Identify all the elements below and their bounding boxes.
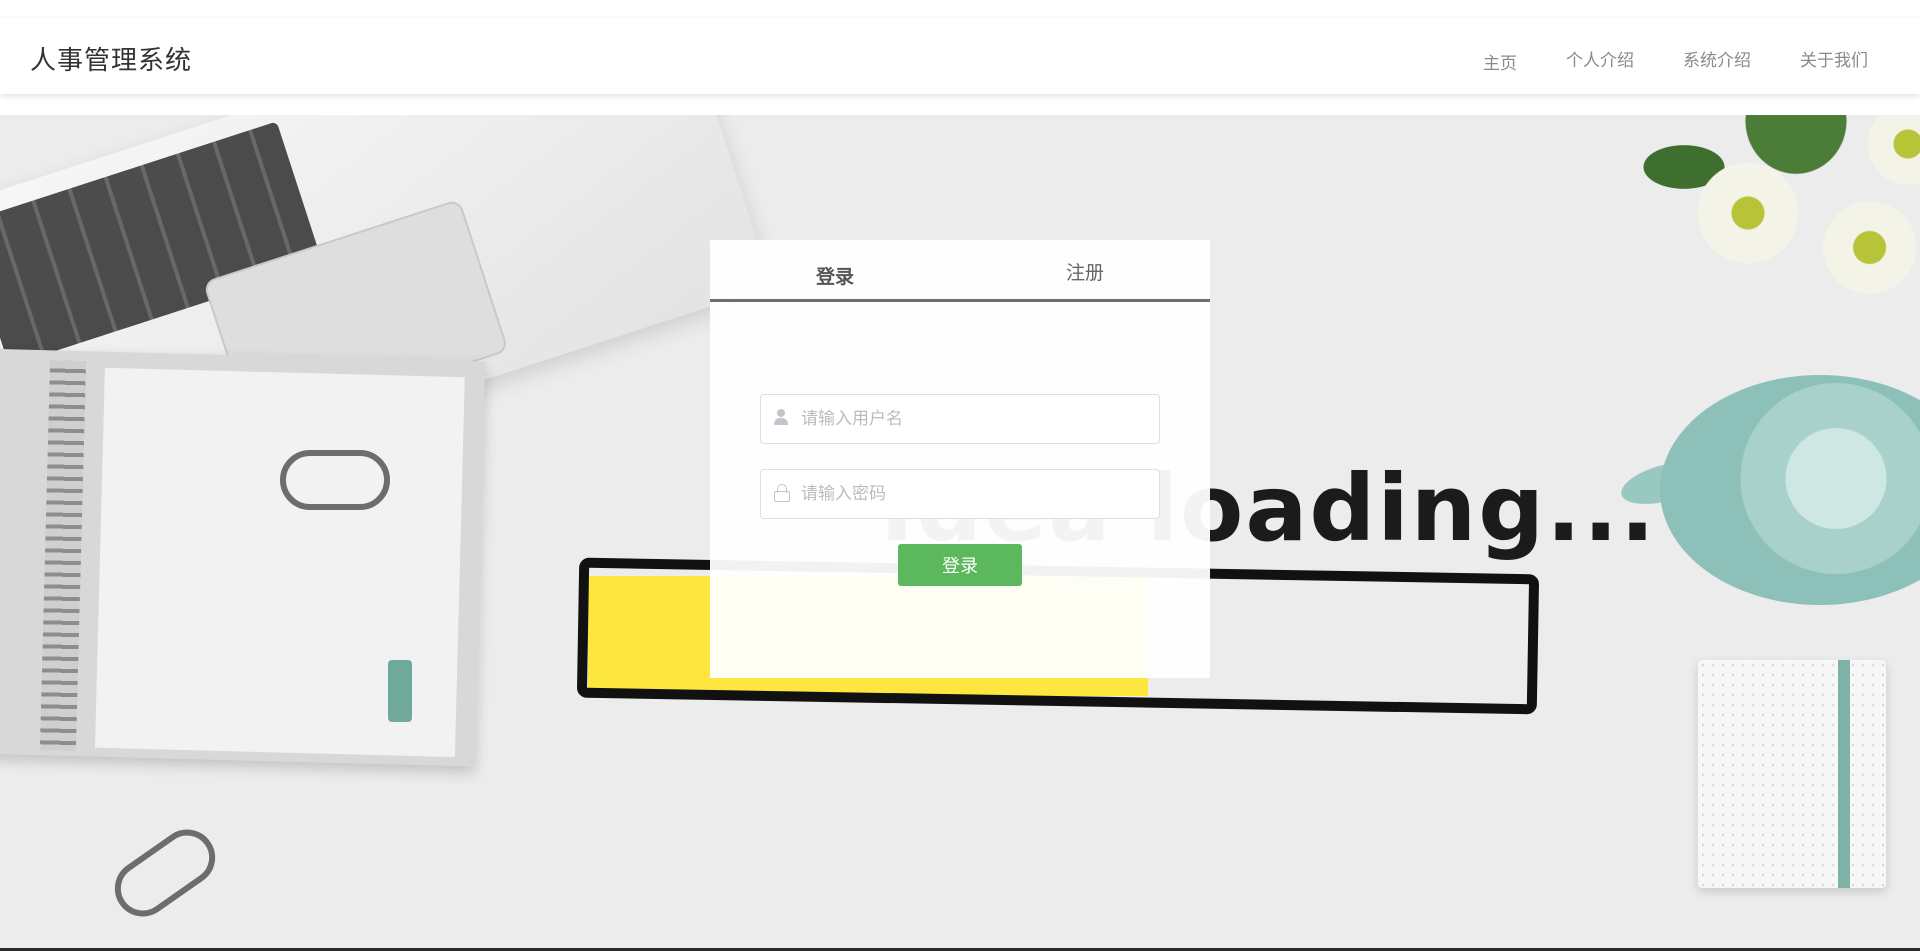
nav-item-system-intro[interactable]: 系统介绍 — [1683, 46, 1751, 74]
top-navbar: 人事管理系统 主页 个人介绍 系统介绍 关于我们 — [0, 0, 1920, 94]
username-field[interactable] — [760, 394, 1160, 444]
nav-item-about-us[interactable]: 关于我们 — [1800, 46, 1868, 74]
binder-clip-illustration — [280, 450, 390, 510]
nav-item-home[interactable]: 主页 — [1483, 49, 1517, 74]
main-nav: 主页 个人介绍 系统介绍 关于我们 — [1434, 46, 1868, 74]
tab-register[interactable]: 注册 — [960, 240, 1210, 299]
teapot-illustration — [1660, 375, 1920, 605]
notebook-spine — [39, 360, 87, 752]
notepad-band — [1838, 660, 1850, 888]
app-title: 人事管理系统 — [30, 46, 193, 76]
tab-login[interactable]: 登录 — [710, 240, 960, 299]
notepad-illustration — [1698, 660, 1886, 888]
user-icon — [761, 409, 801, 429]
login-button[interactable]: 登录 — [898, 544, 1022, 586]
login-panel: 登录 注册 登录 — [710, 240, 1210, 678]
eraser-illustration — [388, 660, 412, 722]
auth-tabs: 登录 注册 — [710, 240, 1210, 302]
username-input[interactable] — [801, 396, 1159, 442]
password-input[interactable] — [801, 471, 1159, 517]
lock-icon — [761, 484, 801, 504]
notebook-illustration — [0, 348, 486, 767]
flowers-illustration — [1620, 115, 1920, 305]
nav-item-personal-intro[interactable]: 个人介绍 — [1566, 46, 1634, 74]
password-field[interactable] — [760, 469, 1160, 519]
binder-clip-illustration-2 — [103, 818, 227, 928]
